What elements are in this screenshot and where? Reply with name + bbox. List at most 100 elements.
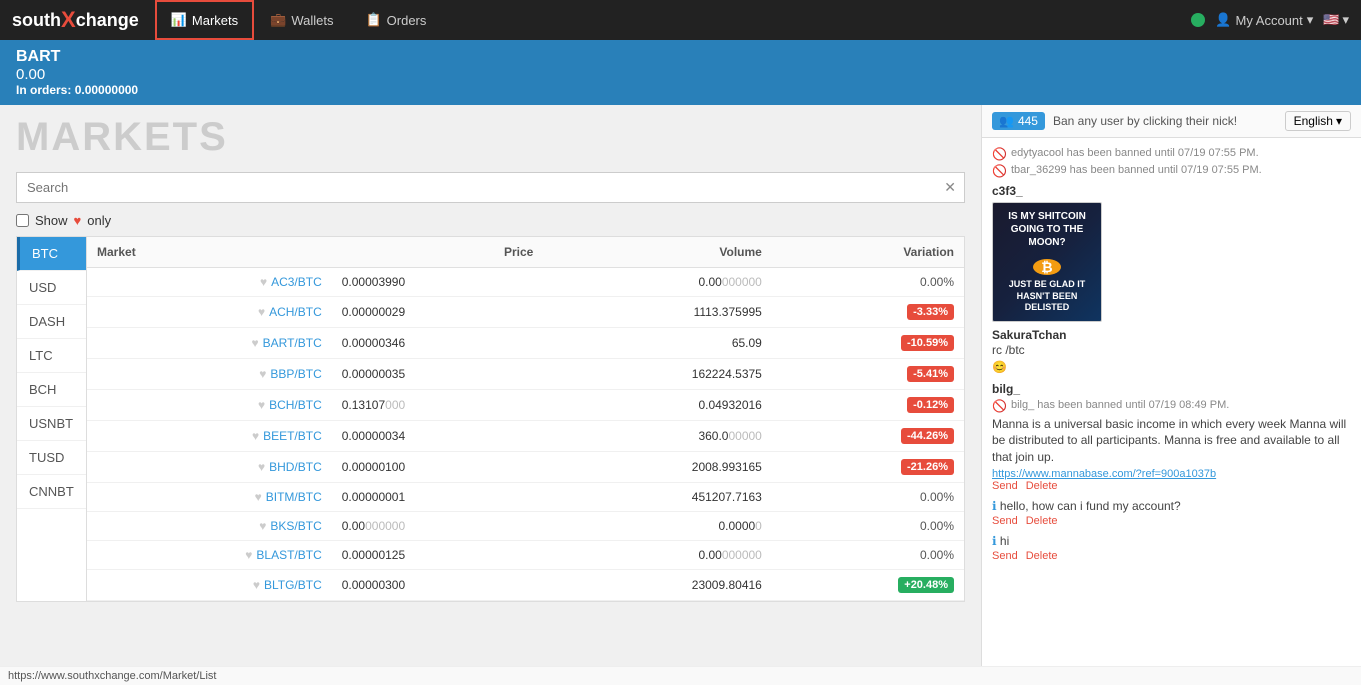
- nav-wallets-label: Wallets: [291, 13, 333, 28]
- variation-neutral: 0.00%: [920, 275, 954, 289]
- market-link[interactable]: BLAST/BTC: [256, 548, 321, 562]
- markets-inner: BTC USD DASH LTC BCH USNBT TUSD CNNBT Ma…: [16, 236, 965, 602]
- market-link[interactable]: BCH/BTC: [269, 398, 322, 412]
- variation-cell: 0.00%: [772, 268, 964, 297]
- coin-name: BART: [16, 48, 1345, 66]
- tab-dash[interactable]: DASH: [17, 305, 86, 339]
- market-link[interactable]: BBP/BTC: [270, 367, 321, 381]
- chat-username-sakura[interactable]: SakuraTchan: [992, 328, 1351, 342]
- footer-url: https://www.southxchange.com/Market/List: [0, 666, 1361, 685]
- chat-users-badge: 👥 445: [992, 112, 1045, 130]
- table-row: ♥BLTG/BTC0.0000030023009.80416+20.48%: [87, 570, 964, 601]
- chat-delete-bilg[interactable]: Delete: [1026, 480, 1058, 492]
- variation-badge-neg: -5.41%: [907, 366, 954, 382]
- search-input[interactable]: [17, 174, 936, 201]
- variation-cell: -5.41%: [772, 359, 964, 390]
- table-row: ♥BITM/BTC0.00000001451207.71630.00%: [87, 483, 964, 512]
- chat-send-hi[interactable]: Send: [992, 550, 1018, 562]
- table-row: ♥BCH/BTC0.131070000.04932016-0.12%: [87, 390, 964, 421]
- user-icon: 👤: [1215, 12, 1231, 28]
- coin-orders-label: In orders:: [16, 83, 71, 97]
- fav-heart[interactable]: ♥: [258, 460, 265, 474]
- market-cell: ♥ BEET/BTC: [87, 421, 332, 452]
- chat-delete-hello[interactable]: Delete: [1026, 515, 1058, 527]
- brand-logo[interactable]: southXchange: [12, 7, 139, 33]
- fav-heart[interactable]: ♥: [245, 548, 252, 562]
- markets-data-table: Market Price Volume Variation ♥AC3/BTC0.…: [87, 237, 964, 601]
- market-link[interactable]: AC3/BTC: [271, 275, 322, 289]
- fav-heart[interactable]: ♥: [259, 367, 266, 381]
- variation-neutral: 0.00%: [920, 490, 954, 504]
- market-link[interactable]: BLTG/BTC: [264, 578, 322, 592]
- tab-cnnbt[interactable]: CNNBT: [17, 475, 86, 509]
- chat-actions-bilg: Send Delete: [992, 480, 1351, 492]
- market-link[interactable]: BITM/BTC: [266, 490, 322, 504]
- price-cell: 0.00000346: [332, 328, 544, 359]
- chat-panel: 👥 445 Ban any user by clicking their nic…: [981, 105, 1361, 666]
- nav-markets[interactable]: 📊 Markets: [155, 0, 254, 40]
- chat-lang-chevron: ▾: [1336, 114, 1342, 128]
- ban-notice-2: 🚫 tbar_36299 has been banned until 07/19…: [992, 164, 1351, 178]
- tab-usnbt[interactable]: USNBT: [17, 407, 86, 441]
- fav-heart[interactable]: ♥: [252, 429, 259, 443]
- market-link[interactable]: BEET/BTC: [263, 429, 322, 443]
- fav-heart[interactable]: ♥: [252, 336, 259, 350]
- info-icon-hi: ℹ: [992, 534, 997, 548]
- chat-text-bilg: Manna is a universal basic income in whi…: [992, 416, 1351, 466]
- chat-send-hello[interactable]: Send: [992, 515, 1018, 527]
- fav-heart[interactable]: ♥: [259, 519, 266, 533]
- market-link[interactable]: BART/BTC: [263, 336, 322, 350]
- fav-heart[interactable]: ♥: [258, 305, 265, 319]
- chat-send-bilg[interactable]: Send: [992, 480, 1018, 492]
- market-cell: ♥ BKS/BTC: [87, 512, 332, 541]
- chat-ban-message: Ban any user by clicking their nick!: [1053, 114, 1277, 128]
- chat-image-c3f3: IS MY SHITCOIN GOING TO THE MOON? ₿ JUST…: [992, 202, 1102, 322]
- market-link[interactable]: BKS/BTC: [270, 519, 321, 533]
- price-cell: 0.00003990: [332, 268, 544, 297]
- price-cell: 0.00000125: [332, 541, 544, 570]
- fav-heart[interactable]: ♥: [260, 275, 267, 289]
- chat-language-button[interactable]: English ▾: [1285, 111, 1351, 131]
- chat-emoji-sakura: 😊: [992, 359, 1351, 376]
- chat-messages[interactable]: 🚫 edytyacool has been banned until 07/19…: [982, 138, 1361, 666]
- tab-ltc[interactable]: LTC: [17, 339, 86, 373]
- my-account-button[interactable]: 👤 My Account ▾: [1215, 12, 1313, 28]
- tab-usd[interactable]: USD: [17, 271, 86, 305]
- chat-link-bilg[interactable]: https://www.mannabase.com/?ref=900a1037b: [992, 468, 1216, 480]
- bar-chart-icon: 📊: [171, 12, 187, 28]
- nav-wallets[interactable]: 💼 Wallets: [254, 0, 349, 40]
- fav-heart[interactable]: ♥: [258, 398, 265, 412]
- volume-cell: 360.000000: [543, 421, 772, 452]
- chat-lang-label: English: [1294, 114, 1333, 128]
- tab-btc[interactable]: BTC: [17, 237, 86, 271]
- fav-heart[interactable]: ♥: [253, 578, 260, 592]
- market-link[interactable]: ACH/BTC: [269, 305, 322, 319]
- chat-username-c3f3[interactable]: c3f3_: [992, 184, 1351, 198]
- price-cell: 0.00000029: [332, 297, 544, 328]
- users-icon: 👥: [999, 114, 1014, 128]
- volume-cell: 0.04932016: [543, 390, 772, 421]
- chat-users-count: 445: [1018, 114, 1038, 128]
- chat-actions-hi: Send Delete: [992, 550, 1351, 562]
- fav-heart[interactable]: ♥: [255, 490, 262, 504]
- tab-bch[interactable]: BCH: [17, 373, 86, 407]
- chat-delete-hi[interactable]: Delete: [1026, 550, 1058, 562]
- market-tabs: BTC USD DASH LTC BCH USNBT TUSD CNNBT: [17, 237, 87, 601]
- market-cell: ♥ BITM/BTC: [87, 483, 332, 512]
- market-link[interactable]: BHD/BTC: [269, 460, 322, 474]
- fav-show-label: Show: [35, 213, 68, 228]
- chat-username-bilg[interactable]: bilg_: [992, 382, 1351, 396]
- fav-checkbox[interactable]: [16, 214, 29, 227]
- chat-header: 👥 445 Ban any user by clicking their nic…: [982, 105, 1361, 138]
- market-cell: ♥ ACH/BTC: [87, 297, 332, 328]
- nav-orders[interactable]: 📋 Orders: [349, 0, 442, 40]
- language-button[interactable]: 🇺🇸 ▾: [1323, 12, 1349, 28]
- coin-value: 0.00: [16, 66, 1345, 83]
- nav-markets-label: Markets: [192, 13, 238, 28]
- search-clear-button[interactable]: ✕: [936, 173, 964, 202]
- market-cell: ♥ BART/BTC: [87, 328, 332, 359]
- tab-tusd[interactable]: TUSD: [17, 441, 86, 475]
- brand-change: change: [76, 10, 139, 31]
- ban-notice-bilg: 🚫 bilg_ has been banned until 07/19 08:4…: [992, 399, 1351, 413]
- heart-icon: ♥: [74, 213, 82, 228]
